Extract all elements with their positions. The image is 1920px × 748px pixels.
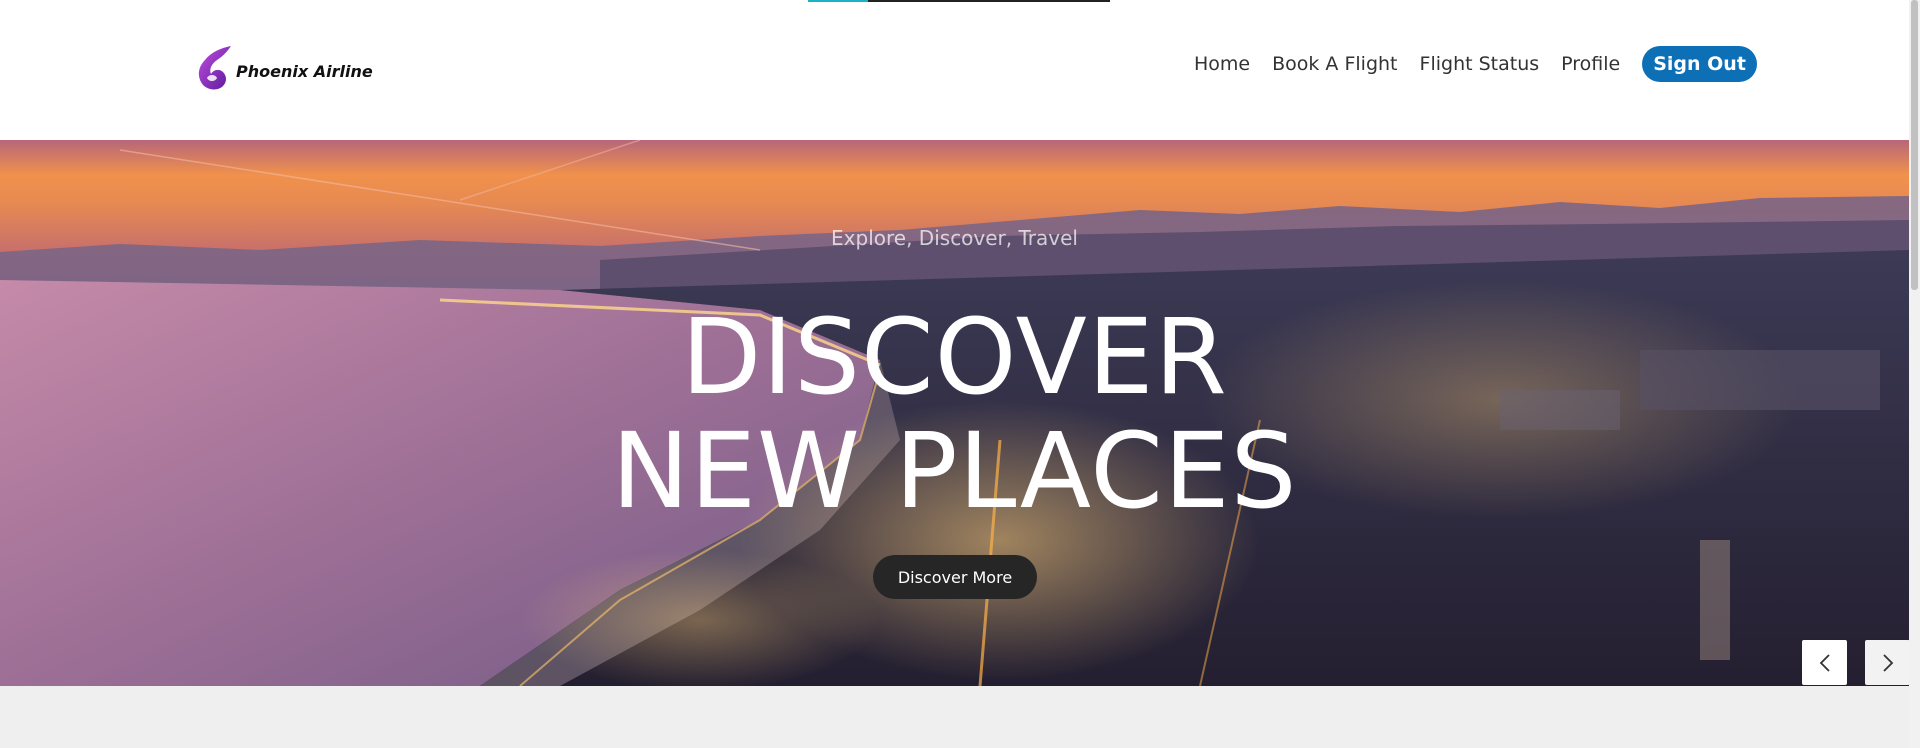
site-header: Phoenix Airline Home Book A Flight Fligh… — [0, 0, 1909, 140]
nav-book-a-flight[interactable]: Book A Flight — [1272, 47, 1397, 81]
carousel-next-button[interactable] — [1865, 640, 1910, 685]
hero-banner: Explore, Discover, Travel DISCOVER NEW P… — [0, 140, 1909, 686]
loading-strip — [808, 0, 1110, 2]
sign-out-button[interactable]: Sign Out — [1642, 46, 1757, 82]
discover-more-button[interactable]: Discover More — [873, 555, 1037, 599]
hero-title: DISCOVER NEW PLACES — [0, 300, 1909, 528]
carousel-prev-button[interactable] — [1802, 640, 1847, 685]
hero-subtitle: Explore, Discover, Travel — [831, 226, 1078, 250]
nav-flight-status[interactable]: Flight Status — [1420, 47, 1540, 81]
hero-title-line-2: NEW PLACES — [611, 410, 1298, 532]
nav-profile[interactable]: Profile — [1561, 47, 1620, 81]
hero-title-line-1: DISCOVER — [681, 296, 1228, 418]
chevron-left-icon — [1819, 653, 1830, 672]
nav-home[interactable]: Home — [1194, 47, 1250, 81]
chevron-right-icon — [1882, 653, 1893, 672]
page-scrollbar[interactable] — [1909, 0, 1920, 748]
main-nav: Home Book A Flight Flight Status Profile… — [1194, 46, 1757, 82]
scrollbar-thumb[interactable] — [1911, 0, 1918, 290]
phoenix-logo-icon — [198, 46, 231, 90]
brand-logo[interactable]: Phoenix Airline — [193, 44, 373, 92]
brand-name: Phoenix Airline — [236, 61, 373, 81]
content-section-start — [0, 686, 1920, 748]
